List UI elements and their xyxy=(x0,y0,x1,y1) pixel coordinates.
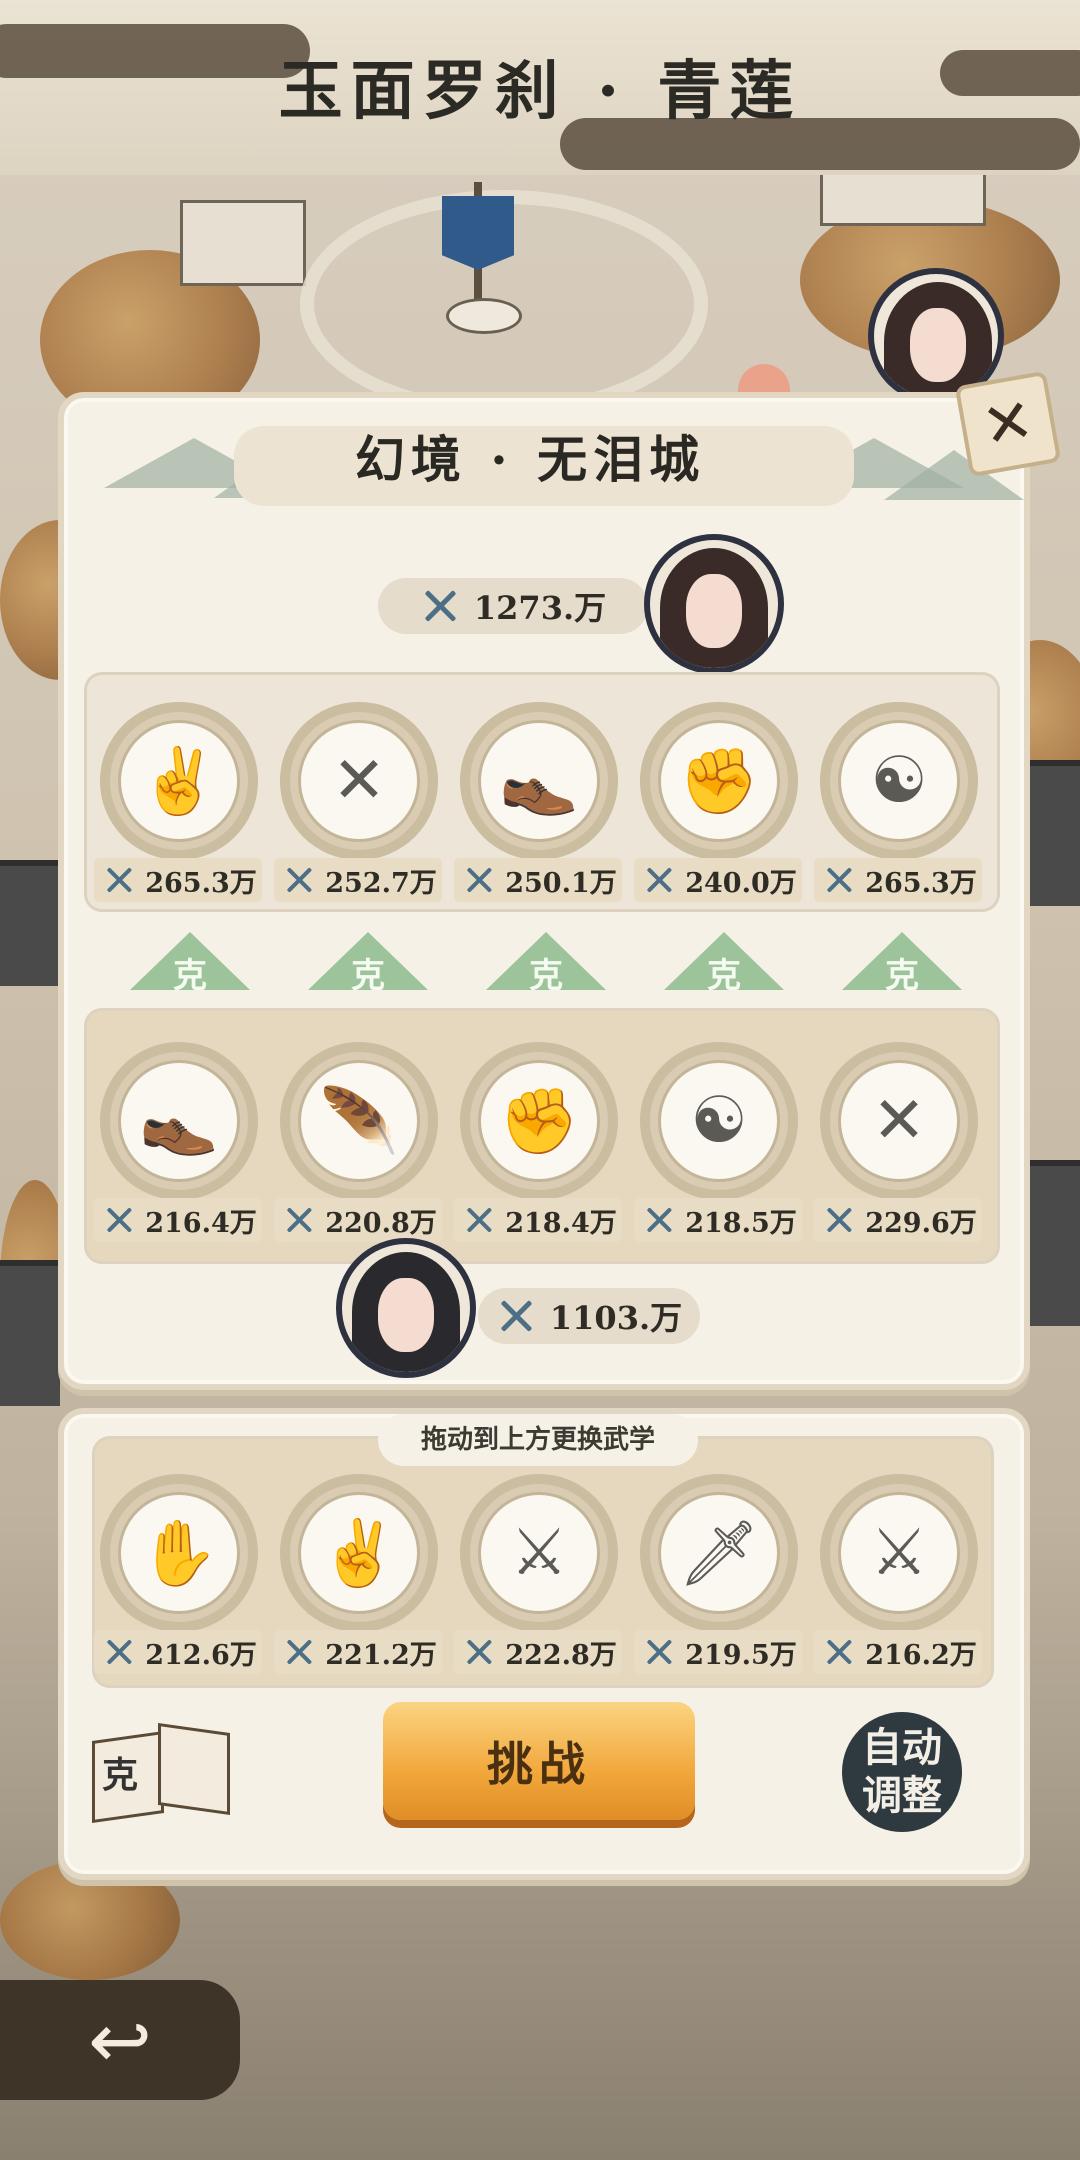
crossed-swords-icon xyxy=(103,864,135,896)
player-avatar[interactable] xyxy=(336,1238,476,1378)
close-button[interactable]: ✕ xyxy=(954,370,1062,478)
crossed-swords-icon xyxy=(463,1636,495,1668)
crossed-swords-icon xyxy=(823,864,855,896)
skill-power-label: 218.5万 xyxy=(634,1198,802,1242)
crossed-swords-icon xyxy=(463,864,495,896)
bench-skill-slot[interactable]: ✌ 221.2万 xyxy=(274,1474,442,1674)
open-palm-icon: ✋ xyxy=(118,1492,240,1614)
crossed-swords-icon xyxy=(103,1636,135,1668)
skill-power-label: 218.4万 xyxy=(454,1198,622,1242)
throwing-knives-icon: ⚔ xyxy=(838,1492,960,1614)
crossed-swords-icon xyxy=(283,1204,315,1236)
enemy-skill-slot[interactable]: ✌ 265.3万 xyxy=(94,702,262,902)
skill-power-label: 219.5万 xyxy=(634,1630,802,1674)
counter-indicator: 克 xyxy=(842,932,962,996)
enemy-skill-slot[interactable]: ✕ 252.7万 xyxy=(274,702,442,902)
two-finger-hand-icon: ✌ xyxy=(298,1492,420,1614)
enemy-skill-slot[interactable]: ☯ 265.3万 xyxy=(814,702,982,902)
crossed-swords-icon xyxy=(420,586,460,626)
bench-skill-slot[interactable]: 🗡 219.5万 xyxy=(634,1474,802,1674)
player-skill-slot[interactable]: ☯ 218.5万 xyxy=(634,1042,802,1242)
skill-power-label: 240.0万 xyxy=(634,858,802,902)
crossed-swords-icon xyxy=(463,1204,495,1236)
enemy-avatar[interactable] xyxy=(644,534,784,674)
crossed-swords-icon xyxy=(103,1204,135,1236)
meditating-figure-icon: ☯ xyxy=(658,1060,780,1182)
skill-power-label: 216.4万 xyxy=(94,1198,262,1242)
counter-indicator: 克 xyxy=(130,932,250,996)
enemy-skill-slot[interactable]: ✊ 240.0万 xyxy=(634,702,802,902)
fist-icon: ✊ xyxy=(478,1060,600,1182)
player-skill-slot[interactable]: ✊ 218.4万 xyxy=(454,1042,622,1242)
meditating-figure-icon: ☯ xyxy=(838,720,960,842)
player-skill-slot[interactable]: 🪶 220.8万 xyxy=(274,1042,442,1242)
player-skill-slot[interactable]: 👞 216.4万 xyxy=(94,1042,262,1242)
back-button[interactable]: ↩ xyxy=(0,1980,240,2100)
crossed-swords-icon xyxy=(496,1296,536,1336)
skill-power-label: 216.2万 xyxy=(814,1630,982,1674)
crossed-swords-icon xyxy=(823,1204,855,1236)
counter-indicator: 克 xyxy=(308,932,428,996)
player-total-power: 1103.万 xyxy=(478,1288,700,1344)
shoe-icon: 👞 xyxy=(478,720,600,842)
counter-indicator: 克 xyxy=(664,932,784,996)
page-title: 玉面罗刹 · 青莲 xyxy=(278,54,802,129)
challenge-button[interactable]: 挑战 xyxy=(383,1702,695,1820)
enemy-total-power: 1273.万 xyxy=(378,578,648,634)
skill-power-label: 220.8万 xyxy=(274,1198,442,1242)
crossed-swords-icon xyxy=(283,1636,315,1668)
skill-power-label: 221.2万 xyxy=(274,1630,442,1674)
crossed-swords-icon xyxy=(283,864,315,896)
sword-icon: 🗡 xyxy=(658,1492,780,1614)
skill-power-label: 265.3万 xyxy=(814,858,982,902)
panel-title: 幻境 · 无泪城 xyxy=(354,430,706,489)
crossed-swords-icon xyxy=(823,1636,855,1668)
crossed-swords-icon xyxy=(643,864,675,896)
crossed-swords-icon xyxy=(643,1204,675,1236)
bench-skill-slot[interactable]: ⚔ 216.2万 xyxy=(814,1474,982,1674)
title-bar: 玉面罗刹 · 青莲 xyxy=(0,0,1080,175)
skill-power-label: 250.1万 xyxy=(454,858,622,902)
fist-icon: ✊ xyxy=(658,720,780,842)
auto-adjust-button[interactable]: 自动 调整 xyxy=(842,1712,962,1832)
crossed-spears-icon: ✕ xyxy=(838,1060,960,1182)
banner-flag-icon[interactable] xyxy=(442,196,514,270)
bench-skill-slot[interactable]: ⚔ 222.8万 xyxy=(454,1474,622,1674)
feather-icon: 🪶 xyxy=(298,1060,420,1182)
crossed-swords-icon xyxy=(643,1636,675,1668)
skill-power-label: 229.6万 xyxy=(814,1198,982,1242)
two-finger-hand-icon: ✌ xyxy=(118,720,240,842)
bench-skill-slot[interactable]: ✋ 212.6万 xyxy=(94,1474,262,1674)
saber-icon: ⚔ xyxy=(478,1492,600,1614)
crossed-spears-icon: ✕ xyxy=(298,720,420,842)
skill-power-label: 252.7万 xyxy=(274,858,442,902)
counter-guide-book-icon[interactable]: 克 xyxy=(92,1722,230,1824)
shoe-icon: 👞 xyxy=(118,1060,240,1182)
skill-power-label: 222.8万 xyxy=(454,1630,622,1674)
skill-power-label: 212.6万 xyxy=(94,1630,262,1674)
player-skill-slot[interactable]: ✕ 229.6万 xyxy=(814,1042,982,1242)
drag-hint-label: 拖动到上方更换武学 xyxy=(378,1414,698,1466)
enemy-skill-slot[interactable]: 👞 250.1万 xyxy=(454,702,622,902)
skill-power-label: 265.3万 xyxy=(94,858,262,902)
counter-indicator: 克 xyxy=(486,932,606,996)
